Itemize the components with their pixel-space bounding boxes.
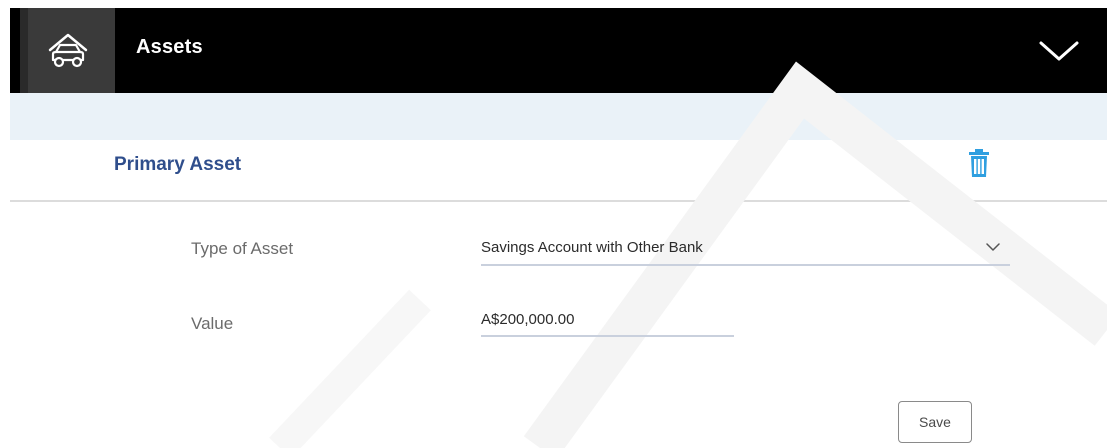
home-car-icon [48, 33, 87, 67]
section-header: Primary Asset [10, 140, 1107, 202]
collapse-button[interactable] [1037, 34, 1081, 68]
top-strip [0, 0, 1107, 8]
chevron-down-icon [986, 243, 1000, 251]
assets-panel: Assets Primary Asset Type of Asset Savin [0, 0, 1107, 448]
type-of-asset-value: Savings Account with Other Bank [481, 239, 703, 256]
type-of-asset-select[interactable]: Savings Account with Other Bank [481, 232, 1010, 266]
header-bar: Assets [10, 8, 1107, 93]
value-amount: A$200,000.00 [481, 311, 575, 328]
save-button[interactable]: Save [898, 401, 972, 443]
delete-button[interactable] [965, 146, 993, 180]
home-button[interactable] [20, 8, 115, 93]
left-edge [0, 8, 10, 448]
type-of-asset-label: Type of Asset [191, 239, 294, 258]
chevron-down-icon [1039, 41, 1079, 61]
page-title: Assets [136, 36, 203, 58]
value-label: Value [191, 314, 234, 333]
section-title: Primary Asset [114, 154, 242, 175]
trash-icon [969, 149, 989, 177]
value-input[interactable]: A$200,000.00 [481, 305, 734, 337]
info-band [10, 93, 1107, 140]
